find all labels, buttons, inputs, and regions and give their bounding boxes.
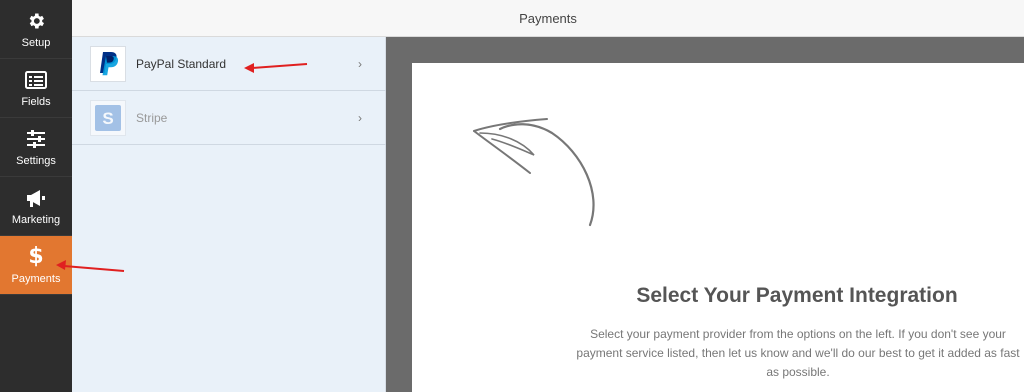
empty-state-description: Select your payment provider from the op…	[576, 327, 1020, 379]
sidebar-item-setup[interactable]: Setup	[0, 0, 72, 59]
chevron-right-icon: ›	[358, 111, 362, 125]
gear-icon	[25, 10, 47, 32]
paypal-logo-icon	[90, 45, 126, 82]
sidebar-item-fields[interactable]: Fields	[0, 59, 72, 118]
sidebar-item-label: Settings	[16, 154, 56, 167]
panel-header: Payments	[72, 0, 1024, 37]
sliders-icon	[25, 128, 47, 150]
provider-item-stripe[interactable]: S Stripe ›	[72, 91, 386, 145]
sidebar-item-marketing[interactable]: Marketing	[0, 177, 72, 236]
sidebar-item-label: Payments	[11, 272, 61, 285]
sidebar-item-label: Marketing	[11, 213, 61, 226]
sidebar-item-payments[interactable]: $ Payments	[0, 236, 72, 295]
sidebar-item-label: Fields	[21, 95, 51, 108]
megaphone-icon	[25, 187, 47, 209]
svg-text:S: S	[102, 109, 113, 128]
provider-name: Stripe	[136, 110, 168, 125]
payment-provider-list: PayPal Standard › S Stripe ›	[72, 37, 386, 392]
page-title: Payments	[519, 10, 577, 26]
fields-list-icon	[25, 69, 47, 91]
content-area: Select Your Payment Integration Select y…	[386, 37, 1024, 392]
sidebar-item-settings[interactable]: Settings	[0, 118, 72, 177]
chevron-right-icon: ›	[358, 57, 362, 71]
provider-name: PayPal Standard	[136, 56, 227, 71]
sidebar-item-label: Setup	[21, 36, 51, 49]
provider-item-paypal[interactable]: PayPal Standard ›	[72, 37, 386, 91]
stripe-logo-icon: S	[90, 99, 126, 136]
empty-state-heading: Select Your Payment Integration	[636, 284, 958, 307]
builder-sidebar: Setup Fields Settings Marketing $ Paymen…	[0, 0, 72, 392]
dollar-icon: $	[28, 243, 44, 269]
empty-state-card: Select Your Payment Integration Select y…	[412, 63, 1024, 392]
